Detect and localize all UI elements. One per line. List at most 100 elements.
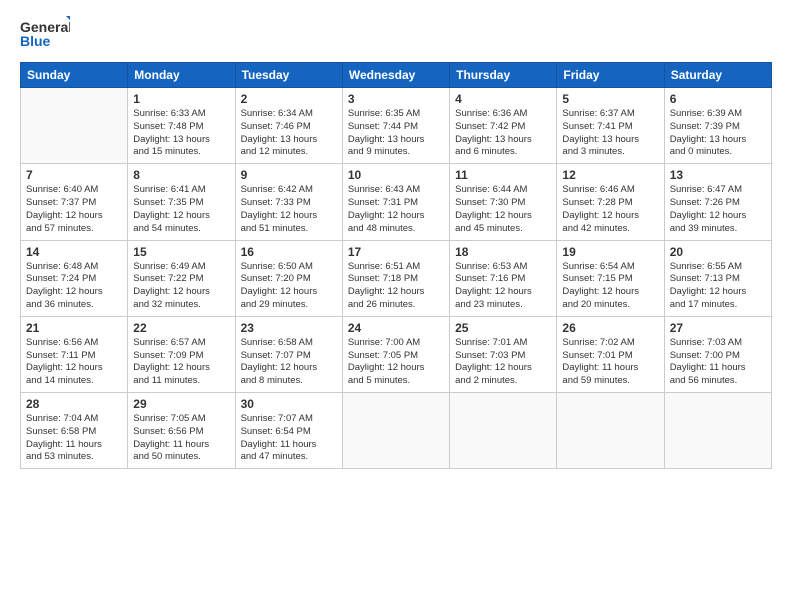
- day-info: Sunrise: 7:00 AM Sunset: 7:05 PM Dayligh…: [348, 337, 444, 388]
- calendar-cell: 17 Sunrise: 6:51 AM Sunset: 7:18 PM Dayli…: [342, 240, 449, 316]
- calendar-cell: [21, 88, 128, 164]
- calendar-cell: 7 Sunrise: 6:40 AM Sunset: 7:37 PM Daylig…: [21, 164, 128, 240]
- day-info: Sunrise: 6:40 AM Sunset: 7:37 PM Dayligh…: [26, 184, 122, 235]
- calendar-cell: 24 Sunrise: 7:00 AM Sunset: 7:05 PM Dayli…: [342, 316, 449, 392]
- calendar-cell: [450, 393, 557, 469]
- calendar-cell: 11Sunrise: 6:44 AM Sunset: 7:30 PM Dayli…: [450, 164, 557, 240]
- day-number: 4: [455, 92, 551, 106]
- day-number: 18: [455, 245, 551, 259]
- calendar-cell: 6 Sunrise: 6:39 AM Sunset: 7:39 PM Daylig…: [664, 88, 771, 164]
- day-info: Sunrise: 6:51 AM Sunset: 7:18 PM Dayligh…: [348, 261, 444, 312]
- day-info: Sunrise: 6:58 AM Sunset: 7:07 PM Dayligh…: [241, 337, 337, 388]
- day-info: Sunrise: 6:35 AM Sunset: 7:44 PM Dayligh…: [348, 108, 444, 159]
- calendar-table: SundayMondayTuesdayWednesdayThursdayFrid…: [20, 62, 772, 469]
- logo: General Blue: [20, 16, 70, 52]
- weekday-header: Sunday: [21, 63, 128, 88]
- day-number: 13: [670, 168, 766, 182]
- calendar-cell: 20Sunrise: 6:55 AM Sunset: 7:13 PM Dayli…: [664, 240, 771, 316]
- calendar-cell: 29 Sunrise: 7:05 AM Sunset: 6:56 PM Dayli…: [128, 393, 235, 469]
- calendar-cell: 8 Sunrise: 6:41 AM Sunset: 7:35 PM Daylig…: [128, 164, 235, 240]
- calendar-cell: 23 Sunrise: 6:58 AM Sunset: 7:07 PM Dayli…: [235, 316, 342, 392]
- day-number: 26: [562, 321, 658, 335]
- day-info: Sunrise: 6:54 AM Sunset: 7:15 PM Dayligh…: [562, 261, 658, 312]
- weekday-header: Saturday: [664, 63, 771, 88]
- day-number: 17: [348, 245, 444, 259]
- day-number: 1: [133, 92, 229, 106]
- page-header: General Blue: [20, 16, 772, 52]
- calendar-cell: 19 Sunrise: 6:54 AM Sunset: 7:15 PM Dayli…: [557, 240, 664, 316]
- day-number: 25: [455, 321, 551, 335]
- calendar-cell: 22 Sunrise: 6:57 AM Sunset: 7:09 PM Dayli…: [128, 316, 235, 392]
- calendar-cell: [664, 393, 771, 469]
- day-info: Sunrise: 7:07 AM Sunset: 6:54 PM Dayligh…: [241, 413, 337, 464]
- day-number: 30: [241, 397, 337, 411]
- calendar-cell: 5 Sunrise: 6:37 AM Sunset: 7:41 PM Daylig…: [557, 88, 664, 164]
- calendar-week-row: 28 Sunrise: 7:04 AM Sunset: 6:58 PM Dayli…: [21, 393, 772, 469]
- calendar-cell: 10 Sunrise: 6:43 AM Sunset: 7:31 PM Dayli…: [342, 164, 449, 240]
- day-info: Sunrise: 6:48 AM Sunset: 7:24 PM Dayligh…: [26, 261, 122, 312]
- day-number: 23: [241, 321, 337, 335]
- day-number: 8: [133, 168, 229, 182]
- day-number: 22: [133, 321, 229, 335]
- day-info: Sunrise: 6:57 AM Sunset: 7:09 PM Dayligh…: [133, 337, 229, 388]
- day-info: Sunrise: 7:05 AM Sunset: 6:56 PM Dayligh…: [133, 413, 229, 464]
- calendar-cell: [342, 393, 449, 469]
- day-number: 10: [348, 168, 444, 182]
- day-number: 19: [562, 245, 658, 259]
- svg-text:Blue: Blue: [20, 33, 51, 49]
- calendar-cell: 14Sunrise: 6:48 AM Sunset: 7:24 PM Dayli…: [21, 240, 128, 316]
- calendar-cell: 25 Sunrise: 7:01 AM Sunset: 7:03 PM Dayli…: [450, 316, 557, 392]
- day-info: Sunrise: 6:34 AM Sunset: 7:46 PM Dayligh…: [241, 108, 337, 159]
- day-number: 29: [133, 397, 229, 411]
- day-number: 27: [670, 321, 766, 335]
- calendar-cell: 21 Sunrise: 6:56 AM Sunset: 7:11 PM Dayli…: [21, 316, 128, 392]
- day-number: 7: [26, 168, 122, 182]
- day-number: 5: [562, 92, 658, 106]
- day-number: 16: [241, 245, 337, 259]
- day-number: 28: [26, 397, 122, 411]
- day-info: Sunrise: 6:41 AM Sunset: 7:35 PM Dayligh…: [133, 184, 229, 235]
- day-info: Sunrise: 7:04 AM Sunset: 6:58 PM Dayligh…: [26, 413, 122, 464]
- day-number: 2: [241, 92, 337, 106]
- calendar-week-row: 14Sunrise: 6:48 AM Sunset: 7:24 PM Dayli…: [21, 240, 772, 316]
- day-info: Sunrise: 6:39 AM Sunset: 7:39 PM Dayligh…: [670, 108, 766, 159]
- day-number: 3: [348, 92, 444, 106]
- day-info: Sunrise: 6:37 AM Sunset: 7:41 PM Dayligh…: [562, 108, 658, 159]
- day-info: Sunrise: 6:43 AM Sunset: 7:31 PM Dayligh…: [348, 184, 444, 235]
- calendar-week-row: 1 Sunrise: 6:33 AM Sunset: 7:48 PM Daylig…: [21, 88, 772, 164]
- calendar-cell: 18Sunrise: 6:53 AM Sunset: 7:16 PM Dayli…: [450, 240, 557, 316]
- calendar-header-row: SundayMondayTuesdayWednesdayThursdayFrid…: [21, 63, 772, 88]
- calendar-cell: 13Sunrise: 6:47 AM Sunset: 7:26 PM Dayli…: [664, 164, 771, 240]
- calendar-week-row: 7 Sunrise: 6:40 AM Sunset: 7:37 PM Daylig…: [21, 164, 772, 240]
- calendar-cell: 4 Sunrise: 6:36 AM Sunset: 7:42 PM Daylig…: [450, 88, 557, 164]
- calendar-cell: 3 Sunrise: 6:35 AM Sunset: 7:44 PM Daylig…: [342, 88, 449, 164]
- logo-svg: General Blue: [20, 16, 70, 52]
- day-info: Sunrise: 6:49 AM Sunset: 7:22 PM Dayligh…: [133, 261, 229, 312]
- day-number: 15: [133, 245, 229, 259]
- calendar-cell: [557, 393, 664, 469]
- day-number: 21: [26, 321, 122, 335]
- calendar-cell: 28 Sunrise: 7:04 AM Sunset: 6:58 PM Dayli…: [21, 393, 128, 469]
- day-number: 9: [241, 168, 337, 182]
- day-info: Sunrise: 7:03 AM Sunset: 7:00 PM Dayligh…: [670, 337, 766, 388]
- day-info: Sunrise: 6:50 AM Sunset: 7:20 PM Dayligh…: [241, 261, 337, 312]
- day-info: Sunrise: 6:56 AM Sunset: 7:11 PM Dayligh…: [26, 337, 122, 388]
- weekday-header: Thursday: [450, 63, 557, 88]
- day-number: 20: [670, 245, 766, 259]
- day-number: 6: [670, 92, 766, 106]
- calendar-cell: 30 Sunrise: 7:07 AM Sunset: 6:54 PM Dayli…: [235, 393, 342, 469]
- day-info: Sunrise: 6:42 AM Sunset: 7:33 PM Dayligh…: [241, 184, 337, 235]
- day-info: Sunrise: 7:02 AM Sunset: 7:01 PM Dayligh…: [562, 337, 658, 388]
- calendar-cell: 15 Sunrise: 6:49 AM Sunset: 7:22 PM Dayli…: [128, 240, 235, 316]
- calendar-cell: 2 Sunrise: 6:34 AM Sunset: 7:46 PM Daylig…: [235, 88, 342, 164]
- weekday-header: Monday: [128, 63, 235, 88]
- day-number: 24: [348, 321, 444, 335]
- weekday-header: Tuesday: [235, 63, 342, 88]
- calendar-week-row: 21 Sunrise: 6:56 AM Sunset: 7:11 PM Dayli…: [21, 316, 772, 392]
- day-info: Sunrise: 6:36 AM Sunset: 7:42 PM Dayligh…: [455, 108, 551, 159]
- day-info: Sunrise: 6:46 AM Sunset: 7:28 PM Dayligh…: [562, 184, 658, 235]
- calendar-cell: 1 Sunrise: 6:33 AM Sunset: 7:48 PM Daylig…: [128, 88, 235, 164]
- day-info: Sunrise: 6:33 AM Sunset: 7:48 PM Dayligh…: [133, 108, 229, 159]
- calendar-cell: 12Sunrise: 6:46 AM Sunset: 7:28 PM Dayli…: [557, 164, 664, 240]
- day-info: Sunrise: 7:01 AM Sunset: 7:03 PM Dayligh…: [455, 337, 551, 388]
